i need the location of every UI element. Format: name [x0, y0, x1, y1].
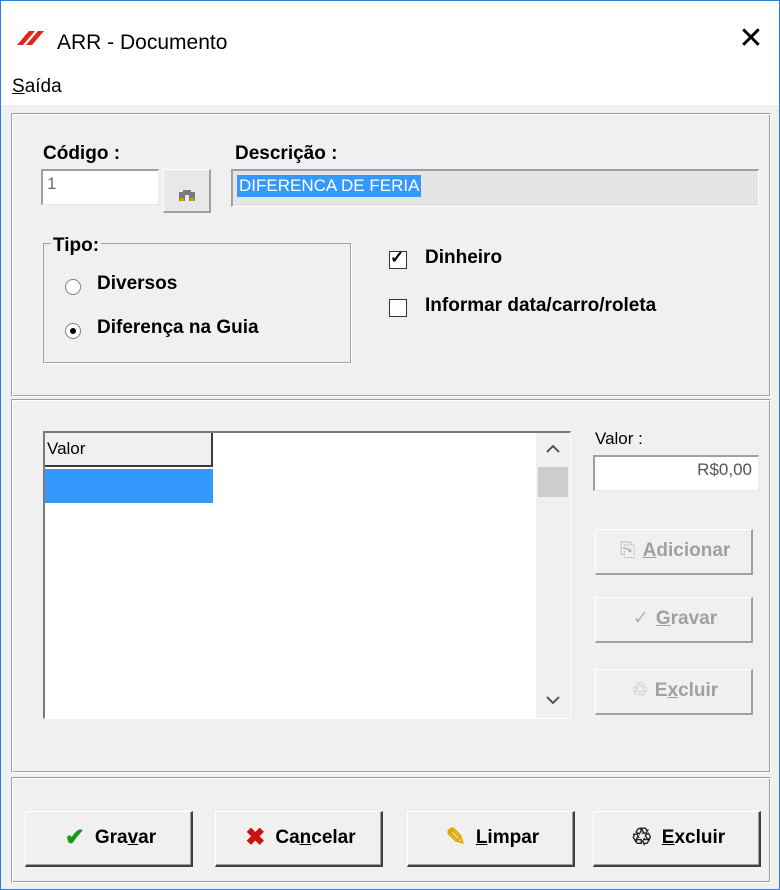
radio-diferenca-guia-label[interactable]: Diferença na Guia [97, 317, 259, 339]
tipo-label: Tipo: [51, 235, 102, 257]
grid-scrollbar[interactable] [536, 433, 570, 718]
gravar-mnemonic: v [127, 827, 139, 849]
checkbox-informar-label[interactable]: Informar data/carro/roleta [425, 295, 656, 317]
grid-selected-cell[interactable] [45, 469, 213, 503]
checkmark-icon: ✓ [390, 248, 405, 267]
gravar-rest: ar [138, 827, 157, 849]
valor-label: Valor : [595, 429, 643, 448]
eraser-icon: ✎ [445, 824, 466, 851]
descricao-input[interactable]: DIFERENCA DE FERIA [231, 169, 759, 207]
adicionar-button[interactable]: ⎘ Adicionar [595, 529, 753, 575]
descricao-label: Descrição : [235, 143, 338, 164]
binoculars-icon [179, 190, 195, 201]
gravar-button[interactable]: ✔ Gravar [25, 811, 193, 867]
limpar-button[interactable]: ✎ Limpar [407, 811, 575, 867]
scroll-up-icon[interactable] [536, 433, 570, 467]
x-icon: ✖ [245, 824, 266, 851]
excluir-side-label: cluir [678, 680, 719, 701]
close-button[interactable]: ✕ [723, 17, 779, 61]
descricao-value: DIFERENCA DE FERIA [237, 175, 422, 197]
limpar-mnemonic: L [475, 827, 488, 849]
excluir-side-button[interactable]: ♲ Excluir [595, 669, 753, 715]
checkbox-dinheiro-label[interactable]: Dinheiro [425, 247, 502, 269]
cancelar-button[interactable]: ✖ Cancelar [215, 811, 383, 867]
gravar-side-label: ravar [670, 608, 718, 629]
adicionar-mnemonic: A [642, 540, 657, 561]
menu-saida-label: aída [24, 76, 62, 97]
codigo-label: Código : [43, 143, 121, 164]
title-bar[interactable]: ARR - Documento ✕ [1, 1, 779, 67]
adicionar-label: dicionar [656, 540, 731, 561]
window-title: ARR - Documento [57, 31, 228, 54]
app-window: ARR - Documento ✕ Saída Código : 1 Descr… [0, 0, 780, 890]
menu-saida[interactable]: Saída [12, 76, 62, 98]
scroll-thumb[interactable] [538, 467, 568, 497]
scroll-down-icon[interactable] [536, 684, 570, 718]
checkbox-informar[interactable] [389, 299, 407, 317]
radio-diferenca-guia[interactable] [65, 323, 81, 339]
lookup-button[interactable] [163, 169, 211, 213]
gravar-pre: Gra [94, 827, 128, 849]
gravar-side-button[interactable]: ✓ Gravar [595, 597, 753, 643]
radio-selected-dot [70, 328, 76, 334]
menu-bar: Saída [1, 67, 779, 105]
tipo-groupbox [43, 243, 351, 363]
add-document-icon: ⎘ [620, 540, 636, 561]
excluir-mnemonic: E [661, 827, 675, 849]
radio-diversos[interactable] [65, 279, 81, 295]
cancelar-rest: celar [311, 827, 356, 849]
limpar-rest: impar [487, 827, 540, 849]
gravar-side-mnemonic: G [655, 608, 671, 629]
codigo-input[interactable]: 1 [41, 169, 159, 205]
menu-saida-mnemonic: S [12, 76, 25, 97]
valor-grid[interactable]: Valor [43, 431, 571, 719]
cancelar-mnemonic: n [299, 827, 312, 849]
excluir-rest: xcluir [674, 827, 726, 849]
check-icon: ✔ [64, 824, 85, 851]
checkbox-dinheiro[interactable]: ✓ [389, 248, 407, 269]
check-icon: ✓ [632, 608, 649, 629]
cancelar-pre: Ca [275, 827, 300, 849]
trash-icon: ♲ [631, 824, 653, 851]
excluir-side-pre: E [654, 680, 668, 701]
close-icon: ✕ [738, 22, 764, 55]
trash-icon: ♲ [631, 680, 649, 701]
grid-column-header[interactable]: Valor [45, 433, 213, 467]
app-logo-icon [17, 31, 44, 45]
radio-diversos-label[interactable]: Diversos [97, 273, 177, 295]
valor-input[interactable]: R$0,00 [593, 455, 759, 491]
excluir-button[interactable]: ♲ Excluir [593, 811, 761, 867]
excluir-side-mnemonic: x [667, 680, 679, 701]
